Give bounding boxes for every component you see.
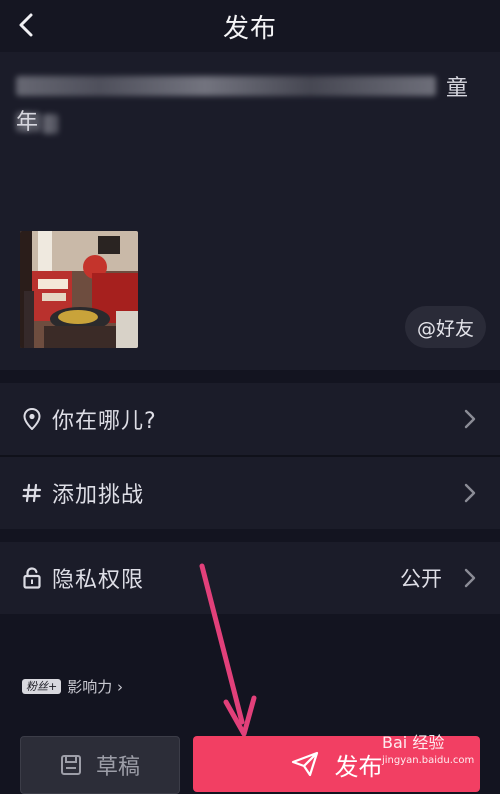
location-row[interactable]: 你在哪儿? <box>0 383 500 455</box>
fans-plus-badge: 粉丝+ <box>22 679 62 694</box>
watermark-brand: Bai 经验 <box>382 733 445 752</box>
lock-open-icon <box>21 567 43 589</box>
chevron-right-icon <box>464 483 476 503</box>
hashtag-icon <box>21 482 43 504</box>
mention-friends-button[interactable]: @好友 <box>404 306 486 348</box>
caption-editor[interactable]: 童 年 @好友 <box>0 52 500 370</box>
privacy-label: 隐私权限 <box>52 568 145 593</box>
blurred-caption-text-3 <box>42 114 58 134</box>
challenge-row[interactable]: 添加挑战 <box>0 457 500 529</box>
fans-influence-link[interactable]: 粉丝+ 影响力 › <box>22 676 123 697</box>
blurred-caption-text <box>16 76 436 96</box>
caption-char-tong: 童 <box>446 76 469 101</box>
publish-label: 发布 <box>334 752 383 781</box>
baidu-jingyan-watermark: Bai 经验 jingyan.baidu.com <box>382 735 474 769</box>
draft-button[interactable]: 草稿 <box>20 736 180 794</box>
watermark-url: jingyan.baidu.com <box>382 755 475 766</box>
challenge-label: 添加挑战 <box>52 483 145 508</box>
top-bar: 发布 <box>0 0 500 52</box>
location-pin-icon <box>21 408 43 430</box>
chevron-right-icon <box>464 409 476 429</box>
send-icon <box>291 751 318 777</box>
draft-save-icon <box>60 755 81 775</box>
chevron-right-icon <box>464 568 476 588</box>
thumbnail-image <box>20 231 138 348</box>
caption-char-nian: 年 <box>16 110 39 135</box>
page-title: 发布 <box>222 14 277 44</box>
privacy-row[interactable]: 隐私权限 公开 <box>0 542 500 614</box>
privacy-value: 公开 <box>400 567 442 591</box>
video-thumbnail[interactable] <box>20 231 138 348</box>
location-label: 你在哪儿? <box>52 409 157 434</box>
draft-label: 草稿 <box>95 755 140 780</box>
influence-label: 影响力 › <box>67 678 123 696</box>
